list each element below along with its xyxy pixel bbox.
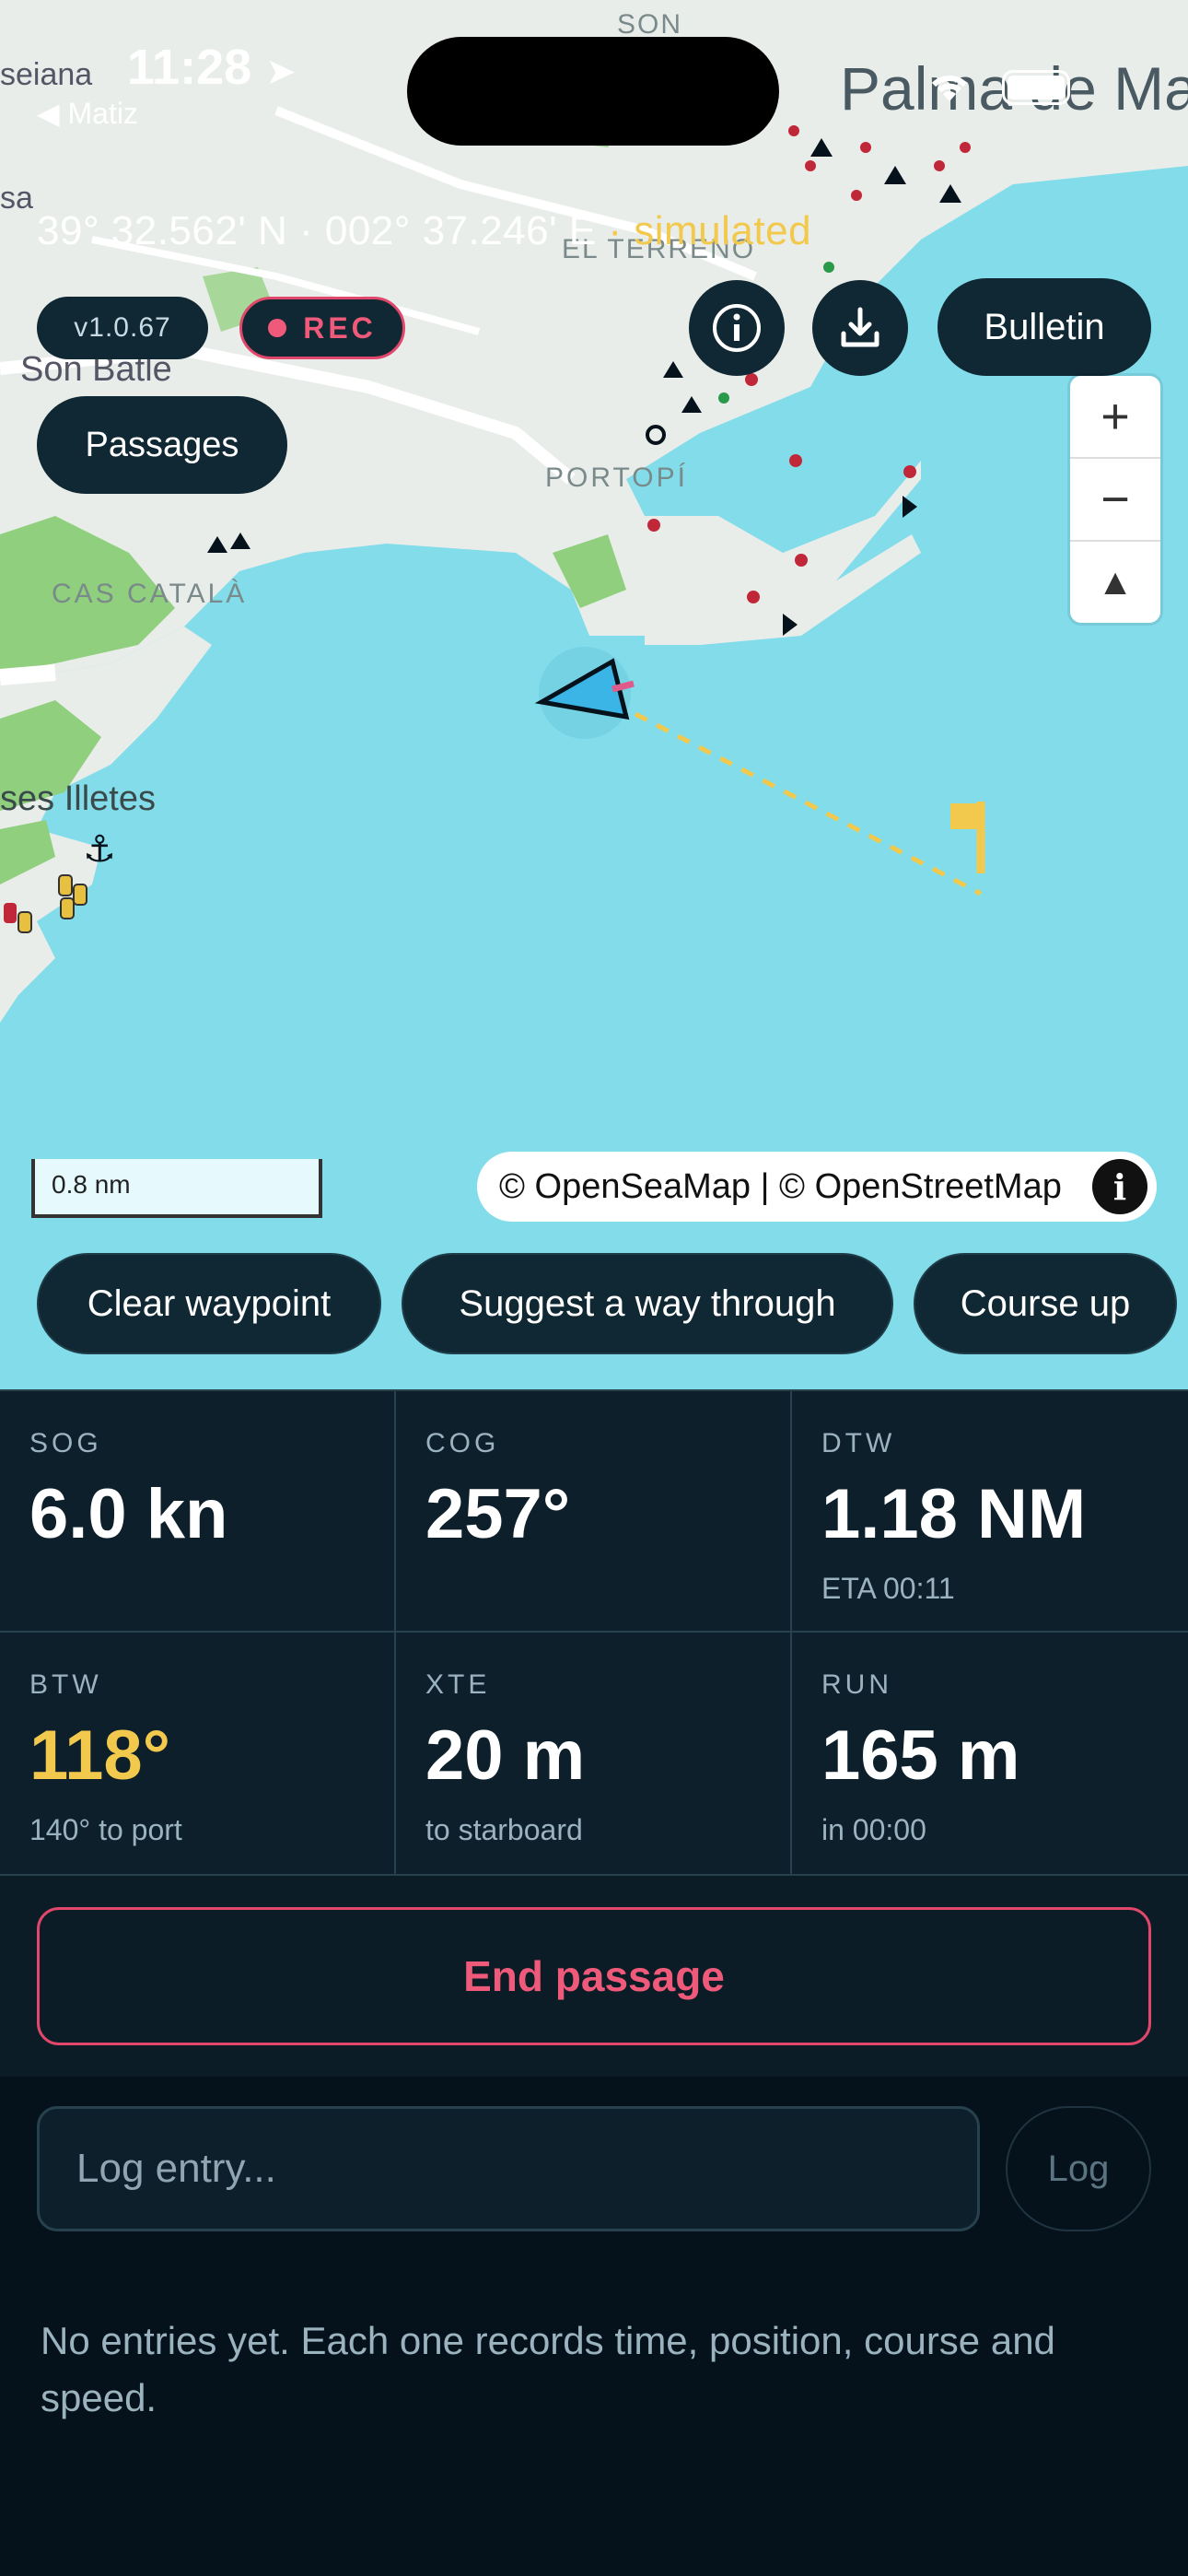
stat-cog: COG 257° [396, 1389, 792, 1633]
passages-button[interactable]: Passages [37, 396, 287, 494]
version-badge: v1.0.67 [37, 297, 208, 359]
zoom-controls: + − ▲ [1070, 376, 1160, 623]
stat-label: SOG [29, 1428, 102, 1458]
stat-label: DTW [821, 1428, 896, 1458]
coordinates-separator: · [596, 208, 635, 253]
bulletin-button[interactable]: Bulletin [938, 278, 1151, 376]
course-up-button[interactable]: Course up [914, 1253, 1177, 1354]
stat-xte: XTE 20 m to starboard [396, 1633, 792, 1876]
recording-badge: REC [239, 297, 405, 359]
empty-log-message: No entries yet. Each one records time, p… [41, 2319, 1055, 2419]
compass-icon: ▲ [1097, 561, 1134, 603]
place-label-ses-illetes: ses Illetes [0, 779, 156, 818]
stat-value: 6.0 kn [29, 1475, 228, 1553]
stat-value: 1.18 NM [821, 1475, 1087, 1553]
stat-dtw: DTW 1.18 NM ETA 00:11 [792, 1389, 1188, 1633]
record-dot-icon [268, 319, 287, 337]
status-time: 11:28 ➤ [127, 39, 297, 96]
coordinates-readout: 39° 32.562' N · 002° 37.246' E · simulat… [37, 208, 811, 254]
stat-label: COG [425, 1428, 500, 1458]
navigation-stats: SOG 6.0 kn COG 257° DTW 1.18 NM ETA 00:1… [0, 1389, 1188, 1876]
stat-sub: 140° to port [29, 1813, 182, 1846]
coordinates-text: 39° 32.562' N · 002° 37.246' E [37, 208, 597, 253]
back-to-app-link[interactable]: ◀ Matiz [37, 96, 138, 131]
stat-sub: to starboard [425, 1813, 583, 1846]
location-arrow-icon: ➤ [265, 52, 297, 92]
zoom-out-button[interactable]: − [1070, 459, 1160, 542]
place-label-portopi: PORTOPÍ [545, 463, 688, 493]
stat-sub: in 00:00 [821, 1813, 926, 1846]
end-passage-button[interactable]: End passage [37, 1907, 1151, 2045]
stat-label: XTE [425, 1669, 491, 1700]
log-entry-input[interactable]: Log entry... [37, 2106, 980, 2231]
scale-bar: 0.8 nm [31, 1159, 322, 1218]
attribution-info-icon[interactable]: i [1092, 1159, 1147, 1214]
stat-value: 20 m [425, 1716, 586, 1795]
place-label-cas-catala: CAS CATALÀ [52, 579, 248, 609]
stat-sub: ETA 00:11 [821, 1572, 955, 1605]
wifi-icon [926, 68, 973, 110]
zoom-in-button[interactable]: + [1070, 376, 1160, 459]
end-passage-section: End passage [0, 1876, 1188, 2077]
stat-value: 165 m [821, 1716, 1020, 1795]
download-icon [841, 307, 879, 347]
suggest-way-button[interactable]: Suggest a way through [402, 1253, 893, 1354]
attribution-text: © OpenSeaMap | © OpenStreetMap [499, 1166, 1062, 1206]
compass-reset-button[interactable]: ▲ [1070, 542, 1160, 623]
stat-value: 257° [425, 1475, 571, 1553]
stat-run: RUN 165 m in 00:00 [792, 1633, 1188, 1876]
svg-text:⚓: ⚓ [83, 828, 116, 871]
stat-value: 118° [29, 1716, 171, 1795]
map-view[interactable]: ⚓ SON seiana sa Palma de Ma EL TERRENO S… [0, 0, 1188, 1389]
stat-label: BTW [29, 1669, 102, 1700]
stat-label: RUN [821, 1669, 892, 1700]
info-icon [713, 304, 761, 352]
rec-label: REC [303, 310, 377, 345]
info-button[interactable] [689, 280, 785, 376]
battery-icon [1002, 70, 1070, 105]
dynamic-island [407, 37, 779, 146]
log-button[interactable]: Log [1006, 2106, 1151, 2231]
clear-waypoint-button[interactable]: Clear waypoint [37, 1253, 381, 1354]
download-button[interactable] [812, 280, 908, 376]
map-attribution: © OpenSeaMap | © OpenStreetMap i [477, 1152, 1157, 1222]
simulated-label: simulated [634, 208, 812, 253]
stat-sog: SOG 6.0 kn [0, 1389, 396, 1633]
stat-btw: BTW 118° 140° to port [0, 1633, 396, 1876]
place-label-son: SON [617, 9, 683, 40]
status-time-text: 11:28 [127, 40, 252, 95]
place-label-sa: sa [0, 181, 33, 216]
place-label-seiana: seiana [0, 57, 93, 92]
